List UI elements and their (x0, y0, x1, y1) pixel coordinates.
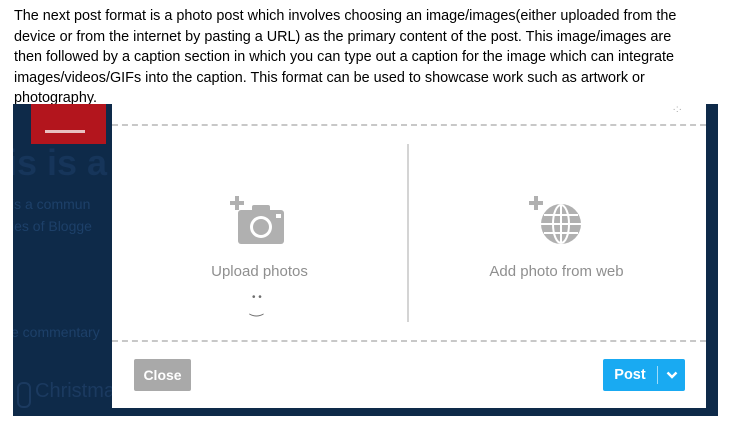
reel-icon (17, 382, 31, 408)
background-text: is a commun (13, 196, 91, 212)
post-button-label: Post (614, 367, 646, 383)
photo-post-modal: ·:· Upload photos ‿ • • Add photo from w… (112, 104, 706, 408)
add-photo-from-web-option[interactable]: Add photo from web (409, 196, 704, 280)
post-button[interactable]: Post (603, 359, 685, 391)
caption-line: images/videos/GIFs into the caption. Thi… (14, 69, 645, 86)
upload-photos-option[interactable]: Upload photos (112, 196, 407, 280)
divider (112, 340, 706, 342)
globe-plus-icon (528, 196, 581, 244)
description-text: The next post format is a photo post whi… (14, 6, 719, 109)
background-text: e commentary (13, 324, 100, 340)
background-text: ies of Blogge (13, 218, 92, 234)
camera-plus-icon (229, 196, 284, 244)
post-thumbnail (31, 104, 106, 144)
more-icon: ·:· (672, 104, 682, 115)
divider (112, 124, 706, 126)
chevron-down-icon[interactable] (658, 371, 685, 379)
close-button[interactable]: Close (134, 359, 191, 391)
background-title: is is a (13, 142, 108, 183)
caption-line: The next post format is a photo post whi… (14, 8, 677, 24)
smile-eyes: • • (252, 292, 262, 303)
background-post-title: Christma (35, 380, 116, 402)
caption-line: device or from the internet by pasting a… (14, 28, 672, 45)
caption-line: then followed by a caption section in wh… (14, 49, 674, 65)
add-photo-from-web-label: Add photo from web (489, 263, 624, 280)
upload-photos-label: Upload photos (211, 263, 308, 280)
